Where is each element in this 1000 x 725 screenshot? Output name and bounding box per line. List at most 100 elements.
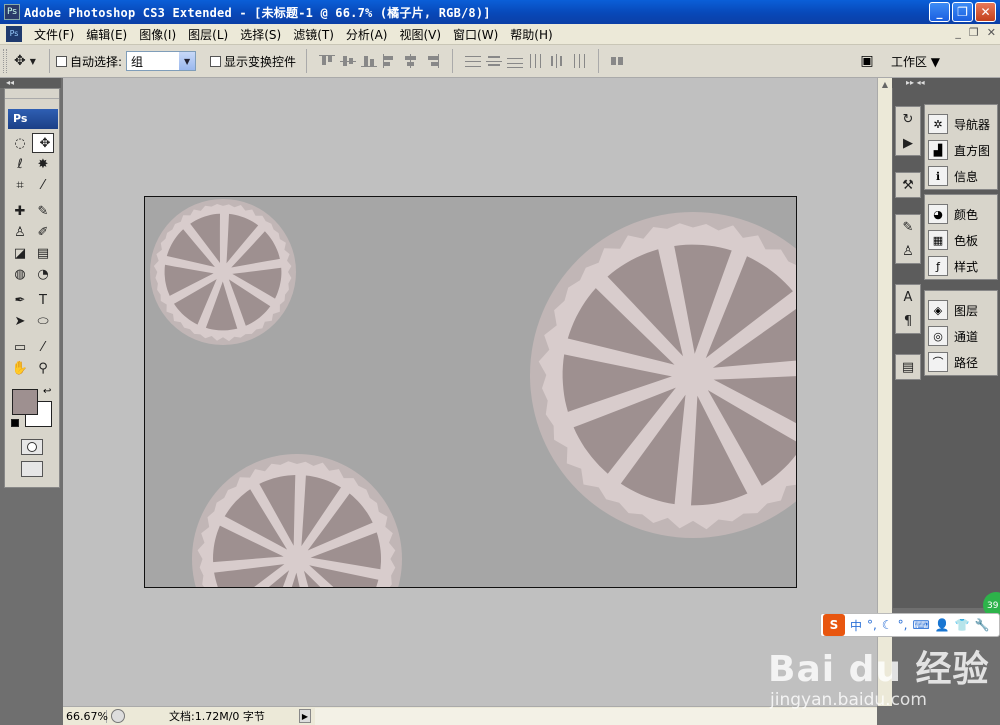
show-transform-checkbox[interactable]	[210, 55, 222, 67]
default-colors-icon[interactable]	[11, 419, 19, 427]
document-canvas[interactable]	[144, 196, 797, 588]
doc-minimize-button[interactable]: _	[955, 26, 961, 39]
ime-symbol[interactable]: °,	[898, 618, 908, 632]
gradient-tool-icon[interactable]: ▤	[33, 243, 53, 263]
slice-tool-icon[interactable]: ⁄	[33, 175, 53, 195]
clone-source-icon[interactable]: ♙	[896, 239, 920, 263]
magic-wand-tool-icon[interactable]: ✸	[33, 154, 53, 174]
settings-wrench-icon[interactable]: 🔧	[975, 618, 990, 632]
auto-select-dropdown[interactable]: 组 ▼	[126, 51, 197, 71]
skin-icon[interactable]: 👕	[955, 618, 970, 632]
panel-navigator[interactable]: ✲ 导航器	[925, 111, 997, 137]
ime-halfwidth-icon[interactable]: ☾	[882, 618, 893, 632]
panel-swatches[interactable]: ▦ 色板	[925, 227, 997, 253]
tool-presets-icon[interactable]: ⚒	[896, 173, 920, 197]
menu-filter[interactable]: 滤镜(T)	[287, 26, 340, 43]
brush-tool-icon[interactable]: ✎	[33, 201, 53, 221]
zoom-tool-icon[interactable]: ⚲	[33, 358, 53, 378]
history-panel-icon[interactable]: ↻	[896, 107, 920, 131]
move-tool-preset-icon[interactable]: ✥ ▼	[7, 49, 43, 73]
align-right-icon[interactable]	[424, 54, 440, 68]
align-top-icon[interactable]	[319, 54, 336, 68]
path-selection-tool-icon[interactable]: ➤	[10, 311, 30, 331]
menu-view[interactable]: 视图(V)	[393, 26, 447, 43]
align-bottom-icon[interactable]	[361, 54, 378, 68]
blur-tool-icon[interactable]: ◍	[10, 264, 30, 284]
pen-tool-icon[interactable]: ✒	[10, 290, 30, 310]
workspace-icon[interactable]: ▣	[855, 51, 879, 71]
foreground-color-swatch[interactable]	[12, 389, 38, 415]
healing-brush-tool-icon[interactable]: ✚	[10, 201, 30, 221]
sogou-logo[interactable]: S	[823, 614, 845, 636]
panel-color[interactable]: ◕ 颜色	[925, 201, 997, 227]
zoom-field[interactable]: 66.67%	[63, 709, 108, 723]
user-icon[interactable]: 👤	[935, 618, 950, 632]
ime-chinese-mode[interactable]: 中	[850, 617, 862, 634]
actions-panel-icon[interactable]: ▶	[896, 131, 920, 155]
move-tool-icon[interactable]: ✥	[32, 133, 54, 153]
restore-button[interactable]: ❐	[952, 2, 973, 22]
menu-select[interactable]: 选择(S)	[234, 26, 287, 43]
eyedropper-tool-icon[interactable]: ⁄	[33, 337, 53, 357]
close-button[interactable]: ✕	[975, 2, 996, 22]
swap-colors-icon[interactable]: ↩	[43, 386, 51, 397]
type-tool-icon[interactable]: T	[33, 290, 53, 310]
panel-paths[interactable]: ⌒ 路径	[925, 349, 997, 375]
minimize-button[interactable]: _	[929, 2, 950, 22]
clone-stamp-tool-icon[interactable]: ♙	[10, 222, 30, 242]
scroll-up-icon[interactable]: ▲	[878, 78, 892, 92]
panel-layers[interactable]: ◈ 图层	[925, 297, 997, 323]
distribute-hcenter-icon[interactable]	[549, 54, 565, 68]
ime-punctuation[interactable]: °,	[867, 618, 877, 632]
dodge-tool-icon[interactable]: ◔	[33, 264, 53, 284]
menu-file[interactable]: 文件(F)	[28, 26, 80, 43]
distribute-bottom-icon[interactable]	[507, 54, 524, 68]
crop-tool-icon[interactable]: ⌗	[10, 175, 30, 195]
ellipse-tool-icon[interactable]: ⬭	[33, 311, 53, 331]
notes-tool-icon[interactable]: ▭	[10, 337, 30, 357]
align-hcenter-icon[interactable]	[403, 54, 419, 68]
menu-help[interactable]: 帮助(H)	[504, 26, 558, 43]
status-icon[interactable]	[111, 709, 125, 723]
toolbox-header[interactable]	[5, 89, 59, 99]
distribute-top-icon[interactable]	[465, 54, 482, 68]
hand-tool-icon[interactable]: ✋	[10, 358, 30, 378]
paragraph-panel-icon[interactable]: ¶	[896, 309, 920, 333]
panel-styles[interactable]: ƒ 样式	[925, 253, 997, 279]
auto-align-layers-icon[interactable]	[609, 54, 625, 68]
eraser-tool-icon[interactable]: ◪	[10, 243, 30, 263]
document-icon[interactable]: Ps	[6, 26, 22, 42]
menu-analysis[interactable]: 分析(A)	[340, 26, 394, 43]
menu-layer[interactable]: 图层(L)	[182, 26, 234, 43]
align-vcenter-icon[interactable]	[340, 54, 357, 68]
distribute-left-icon[interactable]	[528, 54, 544, 68]
menu-edit[interactable]: 编辑(E)	[80, 26, 133, 43]
horizontal-scrollbar[interactable]	[315, 707, 877, 725]
panel-histogram[interactable]: ▟ 直方图	[925, 137, 997, 163]
menu-window[interactable]: 窗口(W)	[447, 26, 504, 43]
panel-dock-collapse-strip[interactable]: ▸▸ ◂◂	[892, 78, 1000, 88]
lasso-tool-icon[interactable]: ℓ	[10, 154, 30, 174]
vertical-scrollbar[interactable]: ▲	[877, 78, 892, 706]
keyboard-icon[interactable]: ⌨	[912, 618, 929, 632]
toolbox-collapse-strip[interactable]: ◂◂	[0, 78, 61, 88]
history-brush-tool-icon[interactable]: ✐	[33, 222, 53, 242]
distribute-vcenter-icon[interactable]	[486, 54, 503, 68]
brushes-panel-icon[interactable]: ✎	[896, 215, 920, 239]
auto-select-checkbox[interactable]	[56, 55, 67, 67]
quick-mask-button[interactable]	[21, 439, 43, 455]
layer-comps-icon[interactable]: ▤	[896, 355, 920, 379]
photoshop-logo[interactable]: Ps	[8, 109, 58, 129]
distribute-right-icon[interactable]	[570, 54, 586, 68]
align-left-icon[interactable]	[382, 54, 398, 68]
workspace-menu[interactable]: 工作区 ▼	[891, 53, 940, 70]
panel-info[interactable]: ℹ 信息	[925, 163, 997, 189]
doc-close-button[interactable]: ✕	[987, 26, 996, 39]
marquee-tool-icon[interactable]: ◌	[10, 133, 30, 153]
status-menu-arrow-icon[interactable]: ▶	[299, 709, 311, 723]
character-panel-icon[interactable]: A	[896, 285, 920, 309]
doc-restore-button[interactable]: ❐	[969, 26, 979, 39]
menu-image[interactable]: 图像(I)	[133, 26, 182, 43]
panel-channels[interactable]: ◎ 通道	[925, 323, 997, 349]
screen-mode-button[interactable]	[21, 461, 43, 477]
